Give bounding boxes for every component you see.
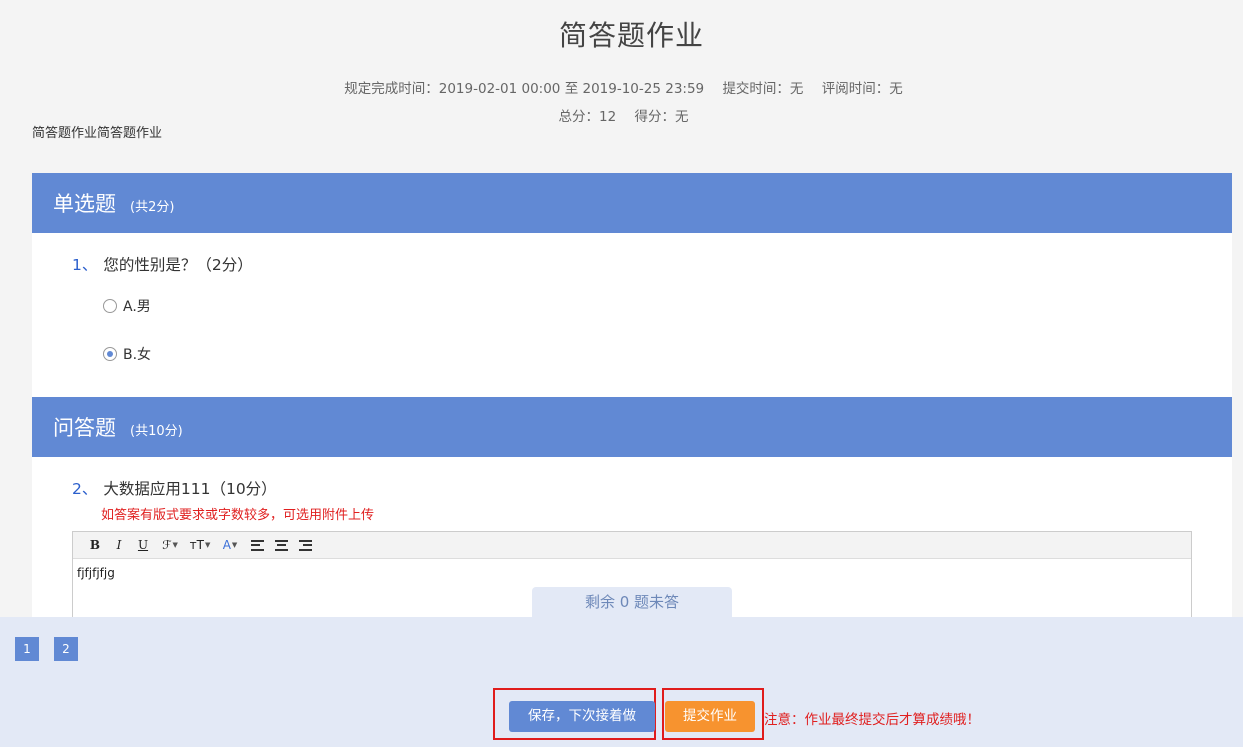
homework-description: 简答题作业简答题作业 [32, 126, 163, 141]
page-title: 简答题作业 [558, 19, 704, 52]
section-body-single-choice: 1、 您的性别是？（2分） A.男 B.女 [32, 233, 1232, 397]
option-b-label: B.女 [123, 347, 152, 363]
score-info: 总分：12 得分：无 [0, 105, 1243, 125]
option-a-label: A.男 [123, 299, 151, 315]
save-button[interactable]: 保存，下次接着做 [509, 701, 655, 732]
total-score-text: 总分：12 [558, 109, 617, 125]
radio-option-b[interactable] [103, 347, 117, 361]
submit-notice: 注意：作业最终提交后才算成绩哦！ [764, 712, 980, 728]
section-header-essay: 问答题 (共10分) [32, 397, 1232, 457]
align-right-icon [298, 539, 312, 551]
bold-button[interactable]: B [83, 534, 107, 556]
submit-button[interactable]: 提交作业 [665, 701, 755, 732]
italic-button[interactable]: I [107, 534, 131, 556]
review-time-text: 评阅时间：无 [821, 81, 903, 97]
question-text: 大数据应用111（10分） [103, 480, 277, 498]
question-text: 您的性别是？（2分） [103, 256, 253, 274]
attachment-hint: 如答案有版式要求或字数较多，可选用附件上传 [101, 508, 375, 523]
page-button-1[interactable]: 1 [15, 637, 39, 661]
font-family-icon: ℱ [162, 538, 172, 552]
question-number: 1、 [72, 256, 98, 274]
align-left-icon [250, 539, 264, 551]
align-left-button[interactable] [245, 534, 269, 556]
homework-page: 简答题作业 规定完成时间：2019-02-01 00:00 至 2019-10-… [0, 0, 1243, 747]
time-info: 规定完成时间：2019-02-01 00:00 至 2019-10-25 23:… [0, 77, 1243, 97]
radio-option-a[interactable] [103, 299, 117, 313]
editor-toolbar: B I U ℱ ▼ ᴛT ▼ A ▼ [73, 532, 1191, 559]
section-name: 问答题 [53, 416, 116, 440]
align-right-button[interactable] [293, 534, 317, 556]
submit-time-text: 提交时间：无 [722, 81, 804, 97]
page-button-2[interactable]: 2 [54, 637, 78, 661]
option-b[interactable]: B.女 [103, 344, 151, 364]
obtained-score-text: 得分：无 [634, 109, 689, 125]
align-center-icon [274, 539, 288, 551]
font-color-icon: A [222, 538, 231, 552]
option-a[interactable]: A.男 [103, 296, 151, 316]
font-size-icon: ᴛT [189, 538, 204, 552]
chevron-down-icon: ▼ [204, 541, 211, 549]
font-family-button[interactable]: ℱ ▼ [155, 534, 185, 556]
section-name: 单选题 [53, 192, 116, 216]
remaining-questions-badge: 剩余 0 题未答 [532, 587, 732, 619]
font-color-button[interactable]: A ▼ [215, 534, 245, 556]
question-pagination: 1 2 [15, 637, 78, 661]
align-center-button[interactable] [269, 534, 293, 556]
bottom-action-bar: 1 2 保存，下次接着做 提交作业 注意：作业最终提交后才算成绩哦！ [0, 617, 1243, 747]
chevron-down-icon: ▼ [172, 541, 178, 549]
underline-button[interactable]: U [131, 534, 155, 556]
chevron-down-icon: ▼ [231, 541, 238, 549]
section-header-single-choice: 单选题 (共2分) [32, 173, 1232, 233]
question-number: 2、 [72, 480, 98, 498]
section-score: (共2分) [130, 199, 175, 215]
question-title: 1、 您的性别是？（2分） [72, 253, 253, 275]
deadline-text: 规定完成时间：2019-02-01 00:00 至 2019-10-25 23:… [344, 81, 705, 97]
question-title: 2、 大数据应用111（10分） [72, 477, 277, 499]
section-score: (共10分) [130, 423, 183, 439]
font-size-button[interactable]: ᴛT ▼ [185, 534, 215, 556]
editor-content[interactable]: fjfjfjfjg [73, 559, 1191, 587]
